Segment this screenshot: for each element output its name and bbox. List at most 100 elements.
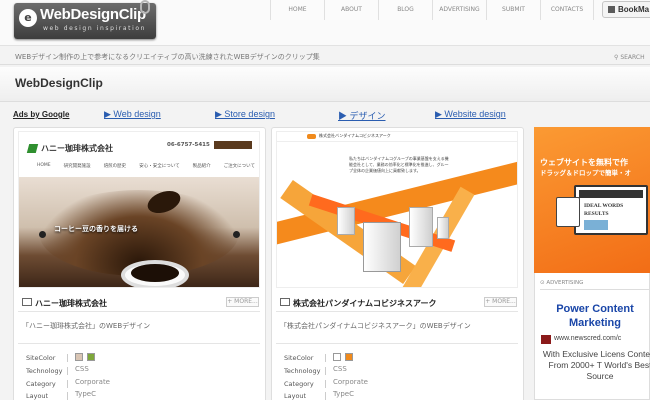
- thumb-phone: 06-6757-5415: [167, 142, 210, 148]
- ad-body: With Exclusive Licens Content From 2000+…: [542, 349, 650, 381]
- color-swatch[interactable]: [345, 353, 353, 361]
- more-button[interactable]: + MORE...: [226, 297, 259, 307]
- thumb-copy: 私たちはバンダイナムコグループの事業基盤を支える機能会社として、業務の効率化と標…: [349, 156, 449, 173]
- layout-value[interactable]: TypeC: [75, 390, 96, 398]
- site-logo[interactable]: e WebDesignClip web design inspiration: [14, 3, 156, 39]
- coffee-image: [131, 264, 179, 282]
- ad-banner-line: ドラッグ＆ドロップで簡単・オ: [540, 169, 631, 177]
- divider: [276, 343, 518, 344]
- color-swatch[interactable]: [75, 353, 83, 361]
- search-icon: ⚲: [614, 54, 619, 61]
- separator: [325, 367, 326, 375]
- divider: [18, 343, 260, 344]
- thumb-nav-item: HOME: [37, 163, 51, 168]
- separator: [325, 354, 326, 362]
- label-category: Category: [284, 380, 314, 388]
- divider: [276, 311, 518, 312]
- thumb-header: [19, 132, 259, 177]
- thumb-company: 株式会社バンダイナムコビジネスアーク: [319, 133, 391, 138]
- divider: [540, 289, 650, 290]
- bookmark-button[interactable]: BookMa: [602, 1, 650, 18]
- window-icon: [22, 298, 32, 306]
- separator: [325, 392, 326, 400]
- more-button[interactable]: + MORE...: [484, 297, 517, 307]
- divider: [18, 311, 260, 312]
- color-swatch[interactable]: [87, 353, 95, 361]
- technology-value[interactable]: CSS: [333, 365, 347, 373]
- monitor-image: IDEAL WORDS RESULTS: [574, 185, 648, 235]
- ad-link-web-design[interactable]: ▶ Web design: [104, 109, 161, 120]
- category-value[interactable]: Corporate: [333, 378, 368, 386]
- card-title[interactable]: 株式会社パンダイナムコビジネスアーク: [293, 298, 437, 309]
- building-image: [337, 207, 355, 235]
- label-category: Category: [26, 380, 56, 388]
- thumb-nav: HOME 研究開発施設 焙煎の歴史 安心・安全について 製品紹介 ご注文について: [37, 163, 255, 169]
- technology-value[interactable]: CSS: [75, 365, 89, 373]
- main-nav: HOME ABOUT BLOG ADVERTISING SUBMIT CONTA…: [270, 0, 594, 20]
- slider-next-icon: [233, 231, 240, 238]
- thumb-nav-item: 焙煎の歴史: [103, 164, 127, 169]
- window-icon: [280, 298, 290, 306]
- slider-prev-icon: [39, 231, 46, 238]
- ad-link-store-design[interactable]: ▶ Store design: [215, 109, 275, 120]
- bookmark-label: BookMa: [618, 5, 650, 14]
- monitor-header: [579, 190, 643, 198]
- thumb-nav-item: 製品紹介: [192, 164, 211, 169]
- paperclip-icon: [140, 0, 150, 14]
- separator: [67, 392, 68, 400]
- nav-submit[interactable]: SUBMIT: [486, 0, 540, 20]
- monitor-text: IDEAL WORDS: [584, 203, 624, 209]
- advertising-label: ⊙ ADVERTISING: [540, 280, 583, 286]
- card-thumbnail[interactable]: 株式会社バンダイナムコビジネスアーク 私たちはバンダイナムコグループの事業基盤を…: [276, 131, 518, 288]
- ad-url[interactable]: www.newscred.com/c: [554, 335, 621, 342]
- layout-value[interactable]: TypeC: [333, 390, 354, 398]
- search-link[interactable]: ⚲ SEARCH: [614, 54, 645, 61]
- thumb-contact-button: [214, 141, 252, 149]
- logo-mark-icon: e: [19, 9, 37, 27]
- separator: [67, 380, 68, 388]
- brand-logo-icon: [307, 134, 316, 139]
- tablet-image: [556, 197, 580, 227]
- nav-home[interactable]: HOME: [270, 0, 324, 20]
- card-description: 「ハニー珈琲株式会社」のWEBデザイン: [22, 322, 151, 330]
- card-description: 「株式会社パンダイナムコビジネスアーク」のWEBデザイン: [280, 322, 471, 330]
- label-technology: Technology: [26, 367, 63, 375]
- category-value[interactable]: Corporate: [75, 378, 110, 386]
- thumb-company: ハニー珈琲株式会社: [41, 144, 113, 153]
- info-icon: ⊙: [540, 280, 545, 286]
- favicon-icon: [541, 335, 551, 344]
- separator: [67, 354, 68, 362]
- nav-about[interactable]: ABOUT: [324, 0, 378, 20]
- nav-contacts[interactable]: CONTACTS: [540, 0, 594, 20]
- logo-tagline: web design inspiration: [43, 25, 147, 32]
- card-title[interactable]: ハニー珈琲株式会社: [35, 298, 107, 309]
- ad-link-design-jp[interactable]: ▶ デザイン: [338, 109, 386, 122]
- ad-banner-line: ウェブサイトを無料で作: [540, 158, 628, 167]
- building-image: [437, 217, 449, 239]
- color-swatch[interactable]: [333, 353, 341, 361]
- card-thumbnail[interactable]: ハニー珈琲株式会社 06-6757-5415 HOME 研究開発施設 焙煎の歴史…: [18, 131, 260, 288]
- monitor-text: RESULTS: [584, 211, 609, 217]
- building-image: [363, 222, 401, 272]
- search-label: SEARCH: [620, 54, 645, 61]
- bookmark-icon: [608, 6, 615, 14]
- monitor-image-block: [584, 220, 608, 230]
- thumb-copy: コーヒー豆の香りを届ける: [54, 225, 138, 233]
- nav-advertising[interactable]: ADVERTISING: [432, 0, 486, 20]
- separator: [67, 367, 68, 375]
- label-layout: Layout: [284, 392, 307, 400]
- ad-link-website-design[interactable]: ▶ Website design: [435, 109, 506, 120]
- ads-by-google[interactable]: Ads by Google: [13, 110, 69, 119]
- label-technology: Technology: [284, 367, 321, 375]
- ad-headline[interactable]: Power Content Marketing: [540, 302, 650, 330]
- nav-blog[interactable]: BLOG: [378, 0, 432, 20]
- building-image: [409, 207, 433, 247]
- separator: [325, 380, 326, 388]
- ad-banner[interactable]: IDEAL WORDS RESULTS: [534, 127, 650, 273]
- logo-name: WebDesignClip: [40, 6, 146, 23]
- thumb-nav-item: ご注文について: [223, 164, 255, 169]
- thumb-nav-item: 研究開発施設: [63, 164, 91, 169]
- page-title: WebDesignClip: [15, 76, 103, 90]
- label-sitecolor: SiteColor: [26, 354, 56, 362]
- ad-links: Ads by Google ▶ Web design ▶ Store desig…: [0, 109, 650, 121]
